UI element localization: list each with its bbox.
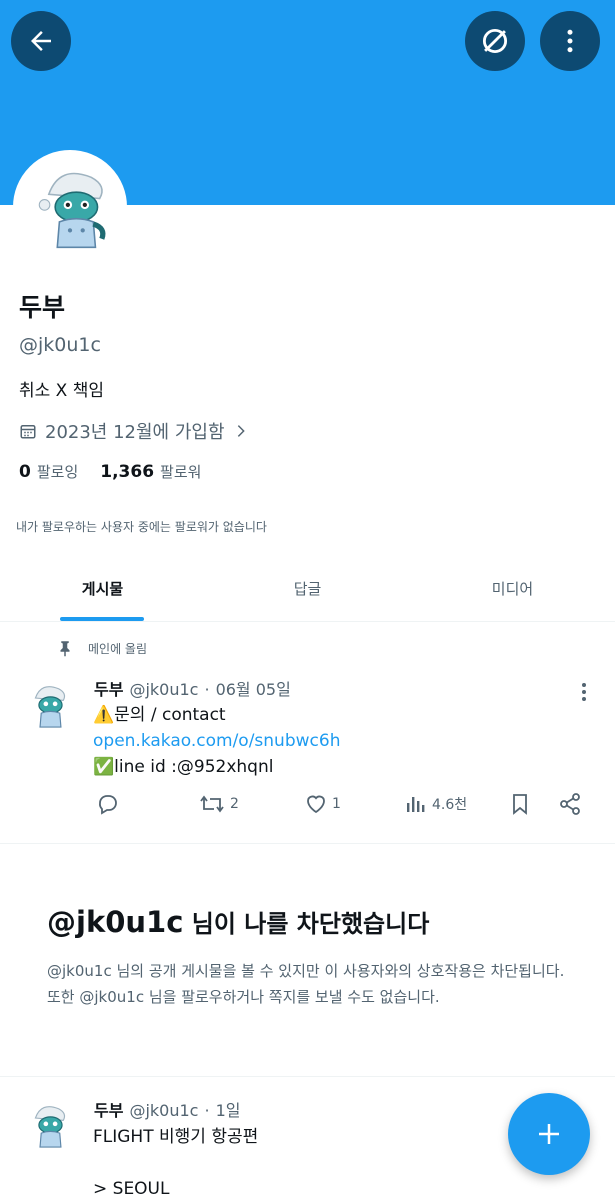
- tweet-line: ⚠️문의 / contact: [93, 705, 226, 725]
- blocked-description: @jk0u1c 님의 공개 게시물을 볼 수 있지만 이 사용자와의 상호작용은…: [47, 962, 565, 1006]
- tweet-separator: ·: [204, 680, 210, 699]
- bookmark-button[interactable]: [508, 792, 532, 816]
- tweet-avatar[interactable]: [18, 676, 76, 734]
- joined-date[interactable]: 2023년 12월에 가입함: [19, 418, 249, 444]
- more-options-button[interactable]: [540, 11, 600, 71]
- tab-posts[interactable]: 게시물: [0, 560, 205, 621]
- tweet-line: FLIGHT 비행기 항공편: [93, 1127, 259, 1147]
- profile-handle: @jk0u1c: [19, 334, 101, 356]
- tweet-more-icon[interactable]: [580, 682, 590, 702]
- joined-label: 2023년 12월에 가입함: [45, 422, 225, 443]
- avatar-illustration: [17, 154, 123, 260]
- blocked-title-suffix: 님이 나를 차단했습니다: [183, 910, 430, 938]
- share-button[interactable]: [558, 792, 582, 816]
- following-label: 팔로잉: [36, 463, 79, 481]
- pin-icon: [60, 641, 70, 657]
- more-vertical-icon: [567, 29, 573, 53]
- retweet-icon: [200, 795, 224, 813]
- tweet-actions: 2 1 4.6천: [96, 792, 596, 822]
- views-button[interactable]: 4.6천: [404, 792, 467, 816]
- pinned-label: 메인에 올림: [88, 641, 148, 656]
- views-icon: [407, 797, 425, 812]
- back-button[interactable]: [11, 11, 71, 71]
- views-count: 4.6천: [432, 797, 468, 813]
- profile-avatar[interactable]: [13, 150, 127, 264]
- followers-link[interactable]: 1,366 팔로워: [100, 461, 201, 482]
- back-arrow-icon: [31, 31, 51, 51]
- avatar-illustration: [18, 1096, 76, 1154]
- like-icon: [307, 795, 325, 814]
- followers-you-know-note: 내가 팔로우하는 사용자 중에는 팔로워가 없습니다: [16, 520, 267, 534]
- tweet-header: 두부 @jk0u1c · 06월 05일: [94, 676, 291, 700]
- tweet-line: ✅line id :@952xhqnl: [93, 757, 274, 777]
- tweet-author-handle[interactable]: @jk0u1c: [129, 680, 198, 699]
- tweet-body: ⚠️문의 / contact open.kakao.com/o/snubwc6h…: [93, 702, 340, 780]
- profile-tabs: 게시물 답글 미디어: [0, 560, 615, 622]
- share-icon: [560, 793, 580, 815]
- tweet-author-handle[interactable]: @jk0u1c: [129, 1101, 198, 1120]
- bookmark-icon: [513, 794, 527, 815]
- tab-media[interactable]: 미디어: [410, 560, 615, 621]
- reply-icon: [99, 795, 117, 815]
- tweet-time[interactable]: 06월 05일: [216, 676, 291, 700]
- chevron-right-icon: [237, 425, 245, 437]
- compose-button[interactable]: [508, 1093, 590, 1175]
- tweet-time[interactable]: 1일: [216, 1097, 241, 1121]
- tweet-header: 두부 @jk0u1c · 1일: [94, 1097, 240, 1121]
- pinned-indicator: 메인에 올림: [56, 638, 147, 658]
- blocked-title: @jk0u1c 님이 나를 차단했습니다: [47, 904, 429, 939]
- following-link[interactable]: 0 팔로잉: [19, 461, 78, 482]
- reply-button[interactable]: [96, 792, 120, 816]
- tweet-avatar[interactable]: [18, 1096, 76, 1154]
- tweet-author-name[interactable]: 두부: [94, 1097, 123, 1121]
- following-count: 0: [19, 462, 31, 482]
- grok-icon: [482, 28, 508, 54]
- avatar-illustration: [18, 676, 76, 734]
- tweet-line: > SEOUL: [93, 1179, 170, 1199]
- retweet-count: 2: [230, 796, 239, 812]
- followers-count: 1,366: [100, 462, 155, 482]
- tweet-separator: ·: [204, 1101, 210, 1120]
- calendar-icon: [20, 425, 36, 439]
- grok-button[interactable]: [465, 11, 525, 71]
- divider: [0, 1076, 615, 1077]
- followers-label: 팔로워: [160, 463, 202, 481]
- plus-icon: [539, 1124, 559, 1144]
- like-button[interactable]: 1: [304, 792, 341, 816]
- tab-replies[interactable]: 답글: [205, 560, 410, 621]
- tweet-link[interactable]: open.kakao.com/o/snubwc6h: [93, 728, 340, 754]
- like-count: 1: [332, 796, 341, 812]
- follow-stats: 0 팔로잉 1,366 팔로워: [19, 461, 201, 482]
- profile-bio: 취소 X 책임: [19, 381, 105, 401]
- divider: [0, 843, 615, 844]
- retweet-button[interactable]: 2: [198, 792, 239, 816]
- tweet-author-name[interactable]: 두부: [94, 676, 123, 700]
- blocked-handle: @jk0u1c: [47, 905, 184, 939]
- tweet-body: FLIGHT 비행기 항공편 > SEOUL: [93, 1124, 258, 1200]
- profile-name: 두부: [19, 293, 66, 322]
